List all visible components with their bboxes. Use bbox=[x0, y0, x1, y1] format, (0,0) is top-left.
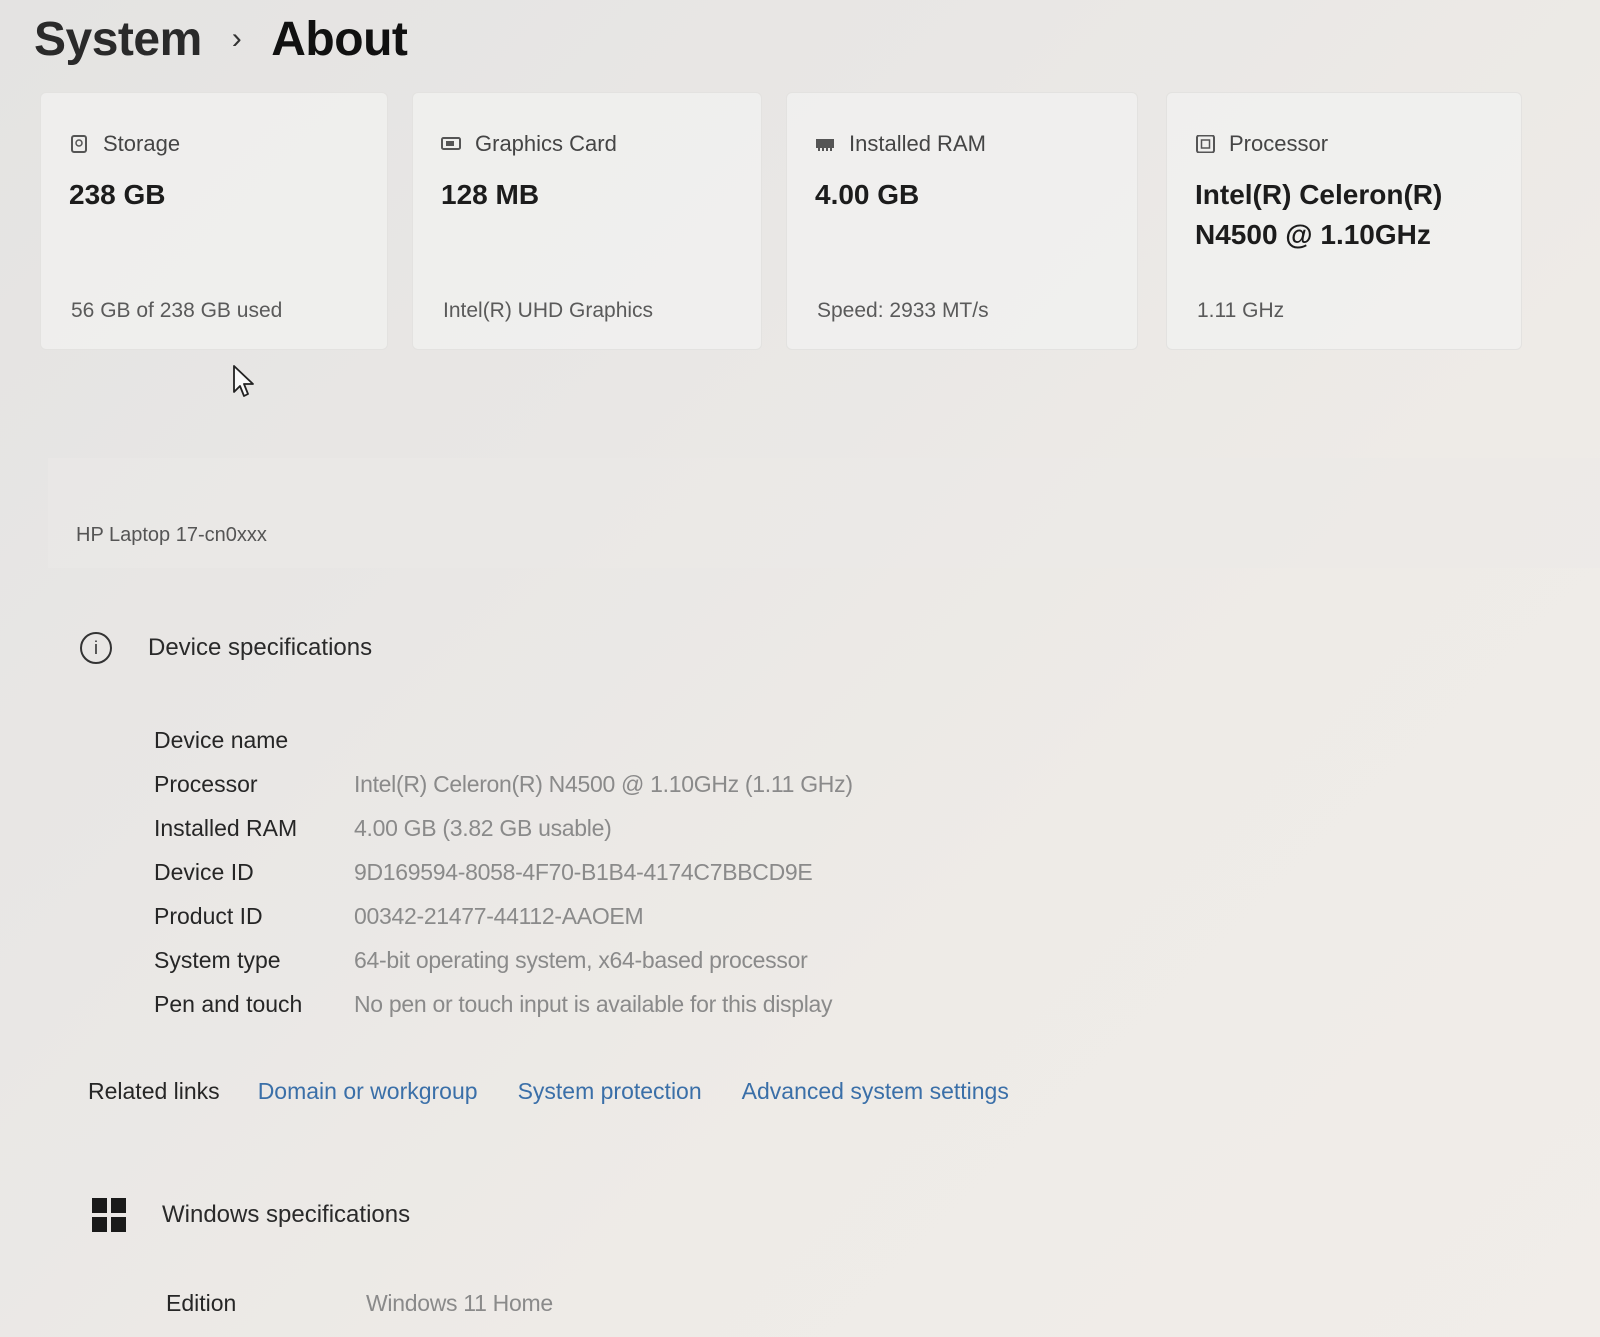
spec-value: Intel(R) Celeron(R) N4500 @ 1.10GHz (1.1… bbox=[354, 770, 853, 797]
processor-card: Processor Intel(R) Celeron(R) N4500 @ 1.… bbox=[1166, 92, 1522, 350]
spec-label: Edition bbox=[166, 1290, 237, 1316]
spec-row-processor: Processor Intel(R) Celeron(R) N4500 @ 1.… bbox=[154, 762, 853, 806]
device-model-name: HP Laptop 17-cn0xxx bbox=[76, 524, 267, 546]
graphics-card-header: Graphics Card bbox=[441, 131, 617, 157]
spec-row-installed-ram: Installed RAM 4.00 GB (3.82 GB usable) bbox=[154, 806, 853, 850]
spec-value: Windows 11 Home bbox=[366, 1290, 553, 1316]
device-specifications-table: Device name Processor Intel(R) Celeron(R… bbox=[154, 718, 853, 1026]
system-protection-link[interactable]: System protection bbox=[518, 1078, 702, 1105]
ram-card-detail: Speed: 2933 MT/s bbox=[817, 299, 989, 322]
ram-icon bbox=[816, 139, 834, 151]
advanced-system-settings-link[interactable]: Advanced system settings bbox=[742, 1078, 1009, 1105]
spec-value: 64-bit operating system, x64-based proce… bbox=[354, 946, 808, 973]
graphics-card-icon bbox=[441, 137, 461, 150]
spec-row-device-name: Device name bbox=[154, 718, 853, 762]
windows-specifications-header[interactable]: Windows specifications bbox=[92, 1198, 410, 1232]
windows-specifications-title: Windows specifications bbox=[162, 1201, 411, 1228]
spec-label: Pen and touch bbox=[154, 990, 303, 1017]
processor-card-title: Processor bbox=[1229, 131, 1329, 156]
device-specifications-header[interactable]: i Device specifications bbox=[80, 632, 372, 664]
breadcrumb-system[interactable]: System bbox=[34, 12, 202, 67]
spec-row-product-id: Product ID 00342-21477-44112-AAOEM bbox=[154, 894, 853, 938]
page-title: About bbox=[271, 12, 408, 66]
related-links-label: Related links bbox=[88, 1078, 220, 1104]
processor-card-header: Processor bbox=[1195, 131, 1328, 157]
storage-card-header: Storage bbox=[69, 131, 180, 157]
ram-card-title: Installed RAM bbox=[849, 131, 986, 156]
windows-logo-icon bbox=[92, 1198, 126, 1232]
related-links-bar: Related links Domain or workgroup System… bbox=[88, 1078, 1049, 1105]
ram-card-value: 4.00 GB bbox=[815, 179, 920, 210]
storage-card-detail: 56 GB of 238 GB used bbox=[71, 299, 283, 322]
spec-label: Product ID bbox=[154, 902, 263, 929]
spec-label: Device ID bbox=[154, 858, 254, 885]
storage-card-value: 238 GB bbox=[69, 179, 166, 210]
spec-row-system-type: System type 64-bit operating system, x64… bbox=[154, 938, 853, 982]
processor-card-value-line1: Intel(R) Celeron(R) bbox=[1195, 179, 1443, 210]
processor-card-detail: 1.11 GHz bbox=[1197, 299, 1285, 322]
spec-label: System type bbox=[154, 946, 281, 973]
storage-card-title: Storage bbox=[103, 131, 181, 156]
spec-row-device-id: Device ID 9D169594-8058-4F70-B1B4-4174C7… bbox=[154, 850, 853, 894]
storage-card: Storage 238 GB 56 GB of 238 GB used bbox=[40, 92, 388, 350]
spec-label: Installed RAM bbox=[154, 814, 298, 841]
spec-label: Processor bbox=[154, 770, 258, 797]
info-icon: i bbox=[80, 632, 112, 664]
device-model-panel: HP Laptop 17-cn0xxx bbox=[48, 458, 1600, 568]
spec-value: 9D169594-8058-4F70-B1B4-4174C7BBCD9E bbox=[354, 858, 813, 885]
spec-row-pen-and-touch: Pen and touch No pen or touch input is a… bbox=[154, 982, 853, 1026]
device-specifications-title: Device specifications bbox=[148, 634, 373, 661]
spec-value: 00342-21477-44112-AAOEM bbox=[354, 902, 644, 929]
ram-card-header: Installed RAM bbox=[815, 131, 986, 157]
chevron-right-icon: › bbox=[231, 22, 242, 55]
graphics-card-value: 128 MB bbox=[441, 179, 540, 210]
domain-or-workgroup-link[interactable]: Domain or workgroup bbox=[258, 1078, 478, 1105]
spec-value: No pen or touch input is available for t… bbox=[354, 990, 833, 1017]
breadcrumb: System › About bbox=[34, 4, 408, 74]
graphics-card-title: Graphics Card bbox=[475, 131, 617, 156]
processor-card-value-line2: N4500 @ 1.10GHz bbox=[1195, 219, 1431, 250]
ram-card: Installed RAM 4.00 GB Speed: 2933 MT/s bbox=[786, 92, 1138, 350]
mouse-cursor-icon bbox=[233, 365, 254, 397]
processor-card-value: Intel(R) Celeron(R) N4500 @ 1.10GHz bbox=[1195, 175, 1442, 255]
spec-label: Device name bbox=[154, 726, 289, 753]
graphics-card-detail: Intel(R) UHD Graphics bbox=[443, 299, 654, 322]
spec-value: 4.00 GB (3.82 GB usable) bbox=[354, 814, 612, 841]
spec-row-edition: Edition Windows 11 Home bbox=[166, 1290, 553, 1317]
storage-icon bbox=[71, 135, 87, 153]
graphics-card-card: Graphics Card 128 MB Intel(R) UHD Graphi… bbox=[412, 92, 762, 350]
processor-icon bbox=[1196, 135, 1215, 153]
